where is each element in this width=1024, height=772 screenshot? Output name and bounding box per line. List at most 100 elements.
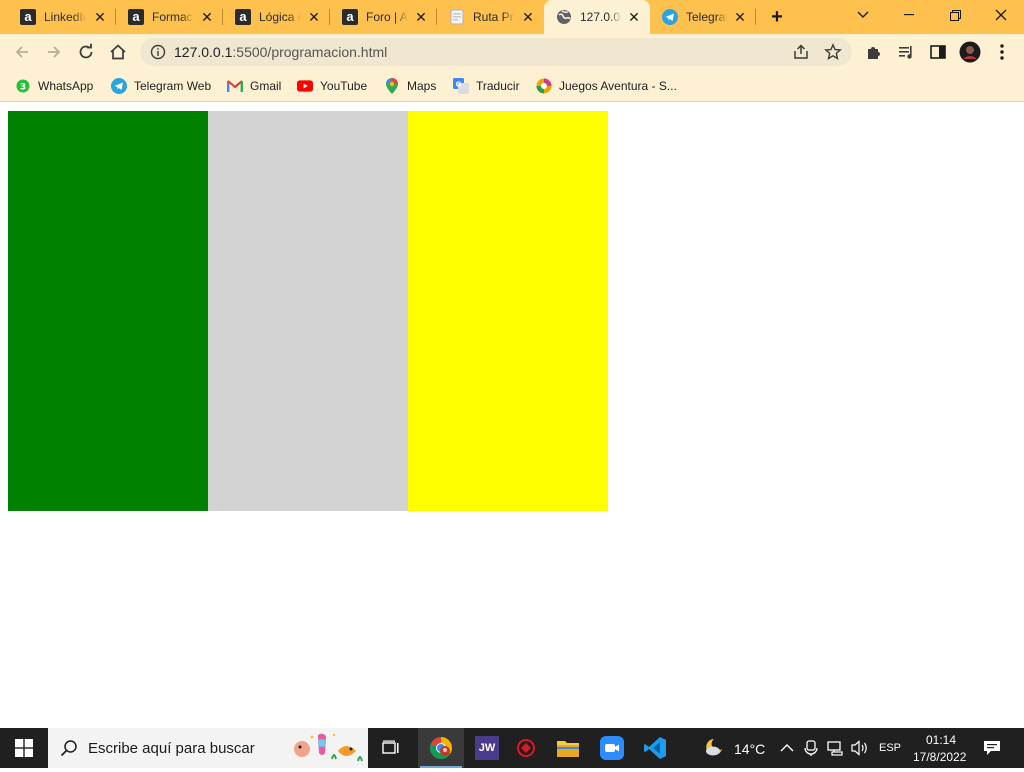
site-info-icon[interactable] [150,44,166,65]
taskbar-search-box[interactable]: Escribe aquí para buscar [48,728,368,768]
bookmark-maps[interactable]: Maps [384,77,436,95]
tab-title: 127.0.0.1 [580,10,622,24]
notifications-icon[interactable] [983,740,1001,761]
menu-kebab-icon[interactable] [990,40,1014,64]
address-bar[interactable]: 127.0.0.1:5500/programacion.html [140,38,852,66]
bookmark-label: Telegram Web [134,79,212,93]
search-icon [60,739,78,762]
reload-button[interactable] [74,40,98,64]
close-tab-icon[interactable]: ✕ [732,9,748,25]
tab-telegram[interactable]: Telegram ✕ [650,0,756,34]
zoom-icon[interactable] [589,728,635,768]
document-icon [449,9,465,25]
bookmark-gmail[interactable]: Gmail [227,77,281,95]
vscode-icon[interactable] [632,728,678,768]
bookmark-label: Traducir [476,79,520,93]
language-indicator[interactable]: ESP [879,742,901,754]
restore-button[interactable] [932,0,978,30]
share-icon[interactable] [792,43,810,66]
bookmark-traducir[interactable]: G Traducir [453,77,520,95]
bookmark-label: Maps [407,79,437,93]
bookmark-youtube[interactable]: YouTube [297,77,367,95]
bookmark-star-icon[interactable] [824,43,842,66]
search-highlight-image [288,729,366,767]
close-tab-icon[interactable]: ✕ [199,9,215,25]
forward-button[interactable] [42,40,66,64]
alura-icon: a [20,9,36,25]
windows-logo-icon [15,739,33,757]
weather-temperature[interactable]: 14°C [734,741,765,757]
new-tab-button[interactable]: + [766,6,788,28]
close-window-button[interactable] [978,0,1024,30]
file-explorer-icon[interactable] [545,728,591,768]
telegram-icon [662,9,678,25]
url-host: 127.0.0.1 [174,44,233,60]
bookmark-label: Juegos Aventura - S... [559,79,677,93]
svg-text:G: G [456,81,462,89]
chrome-icon[interactable] [418,728,464,768]
back-button[interactable] [10,40,34,64]
youtube-icon [297,78,313,94]
tab-title: Ruta Principiante [473,10,515,24]
home-button[interactable] [106,40,130,64]
game-icon [536,78,552,94]
tab-separator [755,9,756,25]
tab-linkedin[interactable]: a LinkedIn ✕ [0,0,116,34]
svg-text:3: 3 [20,83,26,93]
page-content [0,103,1024,728]
tab-strip: a LinkedIn ✕ a Formación ✕ a Lógica de ✕… [0,0,1024,34]
bookmark-label: WhatsApp [38,79,94,93]
tab-search-button[interactable] [840,0,886,30]
extensions-icon[interactable] [862,40,886,64]
task-view-icon[interactable] [368,728,414,768]
bookmark-whatsapp[interactable]: 3 WhatsApp [15,77,93,95]
close-tab-icon[interactable]: ✕ [92,9,108,25]
url-text: 127.0.0.1:5500/programacion.html [174,44,387,60]
show-hidden-icons-icon[interactable] [780,741,794,759]
tab-foro[interactable]: a Foro | Alura ✕ [330,0,437,34]
clock-time[interactable]: 01:14 [926,733,956,747]
clock-date[interactable]: 17/8/2022 [913,750,966,764]
close-tab-icon[interactable]: ✕ [413,9,429,25]
telegram-icon [111,78,127,94]
meet-now-icon[interactable] [804,740,818,761]
start-button[interactable] [0,728,48,768]
tab-title: Foro | Alura [366,10,408,24]
bookmark-juegos[interactable]: Juegos Aventura - S... [536,77,677,95]
bookmark-label: Gmail [250,79,282,93]
gmail-icon [227,78,243,94]
side-panel-icon[interactable] [926,40,950,64]
tab-localhost[interactable]: 127.0.0.1 ✕ [544,0,650,34]
close-tab-icon[interactable]: ✕ [520,9,536,25]
yellow-box [408,111,608,511]
tab-ruta[interactable]: Ruta Principiante ✕ [437,0,544,34]
close-tab-icon[interactable]: ✕ [306,9,322,25]
alura-icon: a [342,9,358,25]
game-app-icon[interactable] [503,728,549,768]
url-path: :5500/programacion.html [232,44,388,60]
volume-icon[interactable] [851,740,869,761]
translate-icon: G [453,78,469,94]
minimize-button[interactable] [886,0,932,30]
green-box [8,111,208,511]
tab-title: Telegram [686,10,728,24]
whatsapp-icon: 3 [15,78,31,94]
globe-icon [556,9,572,25]
jw-label: JW [475,736,499,760]
media-control-icon[interactable] [894,40,918,64]
tab-logica[interactable]: a Lógica de ✕ [223,0,330,34]
tab-formacion[interactable]: a Formación ✕ [116,0,223,34]
search-placeholder: Escribe aquí para buscar [88,740,255,757]
bookmark-label: YouTube [320,79,368,93]
bookmark-telegram-web[interactable]: Telegram Web [111,77,211,95]
network-icon[interactable] [827,740,845,761]
weather-icon[interactable] [702,737,726,764]
tab-title: Formación [152,10,194,24]
profile-avatar[interactable] [958,40,982,64]
tab-title: LinkedIn [44,10,86,24]
gray-box [208,111,408,511]
bookmarks-bar: 3 WhatsApp Telegram Web Gmail YouTube Ma… [0,70,1024,102]
alura-icon: a [128,9,144,25]
close-tab-icon[interactable]: ✕ [626,9,642,25]
tab-title: Lógica de [259,10,301,24]
